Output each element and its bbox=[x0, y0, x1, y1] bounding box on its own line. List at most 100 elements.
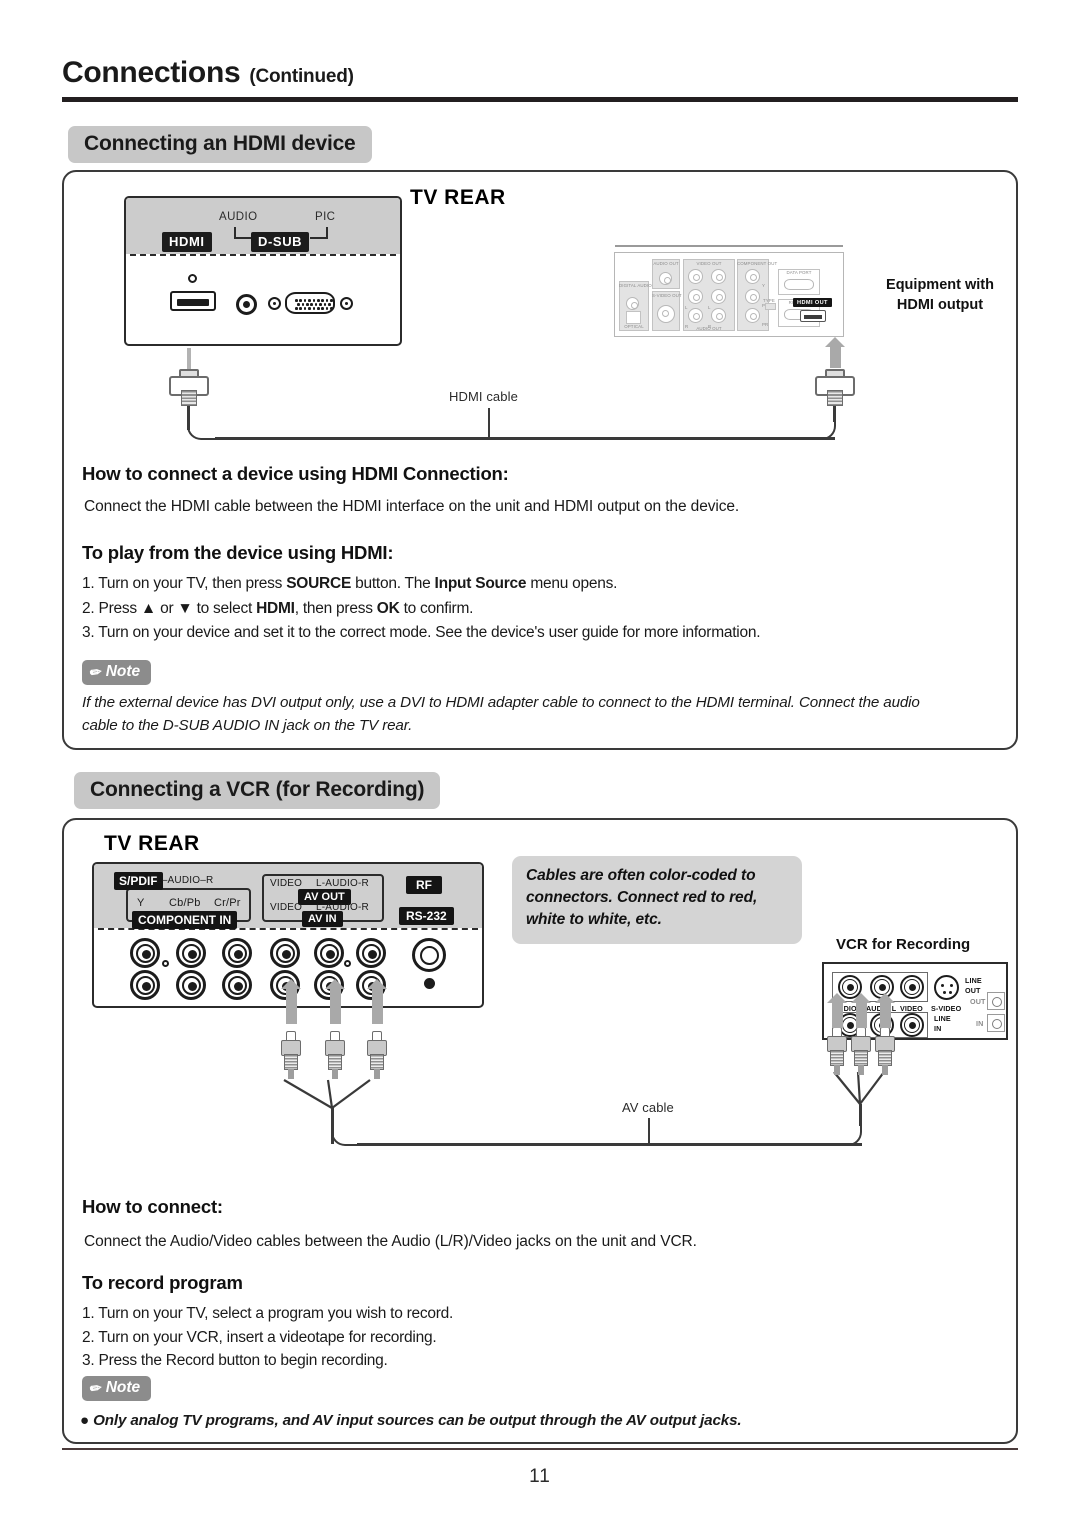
vga-screw-left-icon bbox=[268, 297, 281, 310]
hdmi-cable-cord-left bbox=[187, 348, 191, 370]
vcr-arrow-1 bbox=[827, 993, 847, 1028]
callout-line3: white to white, etc. bbox=[526, 911, 662, 928]
optical-port-icon bbox=[626, 311, 641, 324]
av-cable-bottom-1 bbox=[357, 1143, 647, 1146]
av-cable-label: AV cable bbox=[622, 1100, 674, 1115]
component-out-label: COMPONENT OUT bbox=[737, 261, 778, 266]
vcr-line-out-label-1: LINE bbox=[965, 976, 982, 985]
jack-component-audio-r bbox=[176, 970, 206, 1000]
equipment-rear-panel: DIGITAL AUDIO OUT OPTICAL AUDIO OUT S-VI… bbox=[614, 245, 844, 337]
av-out-audio-label: L-AUDIO-R bbox=[316, 878, 369, 889]
jack-component-audio-l bbox=[130, 970, 160, 1000]
panel-divider bbox=[130, 254, 396, 256]
hdmi-screw-icon bbox=[188, 274, 197, 283]
optical-label: OPTICAL bbox=[624, 324, 644, 329]
video-out-jack-1 bbox=[688, 269, 703, 284]
av-plug-4 bbox=[826, 1026, 848, 1076]
equipment-caption: Equipment with HDMI output bbox=[874, 276, 1006, 315]
vcr-line-in-label-1: LINE bbox=[934, 1014, 951, 1023]
av-arrow-1 bbox=[281, 979, 301, 1024]
jack-av-out-video bbox=[270, 938, 300, 968]
audio-brace bbox=[234, 227, 252, 239]
cable-seg-bottom bbox=[215, 437, 645, 440]
type-tag bbox=[765, 303, 776, 310]
video-l-label-2: L bbox=[708, 305, 711, 310]
hdmi-port-icon bbox=[170, 291, 216, 311]
video-l-label-1: L bbox=[685, 305, 688, 310]
pic-label: PIC bbox=[315, 211, 336, 223]
vcr-jack-out-video bbox=[900, 975, 924, 999]
header-divider bbox=[62, 97, 1018, 102]
panel-screw-3 bbox=[424, 978, 435, 989]
hdmi-out-label: HDMI OUT bbox=[793, 298, 832, 307]
section-heading-hdmi: Connecting an HDMI device bbox=[68, 126, 372, 163]
av-cable-curve-left bbox=[331, 1122, 359, 1146]
hdmi-note-line1: If the external device has DVI output on… bbox=[82, 694, 920, 711]
tv-rear-panel-hdmi: AUDIO PIC HDMI D-SUB bbox=[124, 196, 402, 346]
av-arrow-2 bbox=[325, 979, 345, 1024]
vcr-arrow-3 bbox=[875, 993, 895, 1028]
cable-curve-left bbox=[187, 416, 217, 440]
footer-divider bbox=[62, 1448, 1018, 1450]
av-in-label: AV IN bbox=[302, 911, 343, 927]
audio-out-jack-r2 bbox=[711, 308, 726, 323]
vcr-record-heading: To record program bbox=[82, 1272, 243, 1293]
vcr-line-out-label-2: OUT bbox=[965, 986, 981, 995]
component-audio-label: L–AUDIO–R bbox=[156, 875, 214, 886]
jack-rf-coax bbox=[412, 938, 446, 972]
vcr-howto-heading: How to connect: bbox=[82, 1196, 223, 1217]
component-y-label: Y bbox=[762, 283, 766, 288]
page-number: 11 bbox=[529, 1466, 551, 1487]
s-video-out-label: S-VIDEO OUT bbox=[652, 293, 682, 298]
video-out-label: VIDEO OUT bbox=[696, 261, 722, 266]
pic-brace bbox=[310, 227, 328, 239]
note-label-hdmi: Note bbox=[105, 663, 141, 680]
audio-out-label: AUDIO OUT bbox=[653, 261, 679, 266]
hdmi-step-2: 2. Press ▲ or ▼ to select HDMI, then pre… bbox=[82, 600, 474, 617]
data-port-icon bbox=[784, 279, 814, 290]
rs232-label: RS-232 bbox=[399, 907, 454, 925]
audio-jack-icon bbox=[236, 294, 257, 315]
hdmi-cable-label: HDMI cable bbox=[449, 389, 518, 404]
panel-screw-2 bbox=[344, 960, 351, 967]
component-pr-jack bbox=[745, 308, 760, 323]
digital-audio-out-label: DIGITAL AUDIO OUT bbox=[619, 283, 663, 288]
video-out-jack-2 bbox=[711, 269, 726, 284]
callout-line1: Cables are often color-coded to bbox=[526, 867, 756, 884]
jack-av-out-audio-r bbox=[356, 938, 386, 968]
note-pen-icon: ✏ bbox=[88, 662, 103, 681]
equipment-caption-line2: HDMI output bbox=[896, 296, 984, 313]
equipment-caption-line1: Equipment with bbox=[886, 277, 994, 293]
vga-screw-right-icon bbox=[340, 297, 353, 310]
component-y-jack bbox=[745, 269, 760, 284]
vcr-step-3: 3. Press the Record button to begin reco… bbox=[82, 1352, 388, 1369]
s-video-jack-icon bbox=[657, 305, 675, 323]
data-port-label: DATA PORT bbox=[786, 270, 812, 275]
vcr-arrow-2 bbox=[851, 993, 871, 1028]
audio-out-bottom-label: AUDIO OUT bbox=[696, 326, 722, 331]
jack-component-cr bbox=[222, 938, 252, 968]
tv-rear-label-hdmi: TV REAR bbox=[410, 186, 506, 209]
vcr-jack-in-video bbox=[900, 1013, 924, 1037]
audio-label: AUDIO bbox=[219, 211, 258, 223]
hdmi-plug-right-icon bbox=[815, 368, 855, 412]
note-label-vcr: Note bbox=[105, 1379, 141, 1396]
vcr-rf-in-icon bbox=[987, 1014, 1005, 1032]
hdmi-note-line2: cable to the D-SUB AUDIO IN jack on the … bbox=[82, 716, 413, 734]
tv-rear-label-vcr: TV REAR bbox=[104, 832, 200, 855]
component-cr-label: Cr/Pr bbox=[214, 897, 241, 909]
hdmi-out-port-icon bbox=[800, 310, 826, 322]
av-cable-converge-left bbox=[283, 1079, 371, 1109]
panel-screw-1 bbox=[162, 960, 169, 967]
audio-out-jack-l2 bbox=[711, 289, 726, 304]
cable-label-leader bbox=[488, 408, 490, 438]
audio-out-jack-icon bbox=[659, 272, 672, 285]
hdmi-connect-arrow bbox=[825, 337, 845, 368]
hdmi-port-label: HDMI bbox=[162, 232, 212, 252]
component-y-label: Y bbox=[137, 897, 145, 909]
note-pen-icon-2: ✏ bbox=[88, 1378, 103, 1397]
component-cb-label: Cb/Pb bbox=[169, 897, 201, 909]
vcr-line-in-label-2: IN bbox=[934, 1024, 942, 1033]
section-heading-vcr: Connecting a VCR (for Recording) bbox=[74, 772, 441, 809]
page-title: Connections bbox=[62, 56, 241, 89]
